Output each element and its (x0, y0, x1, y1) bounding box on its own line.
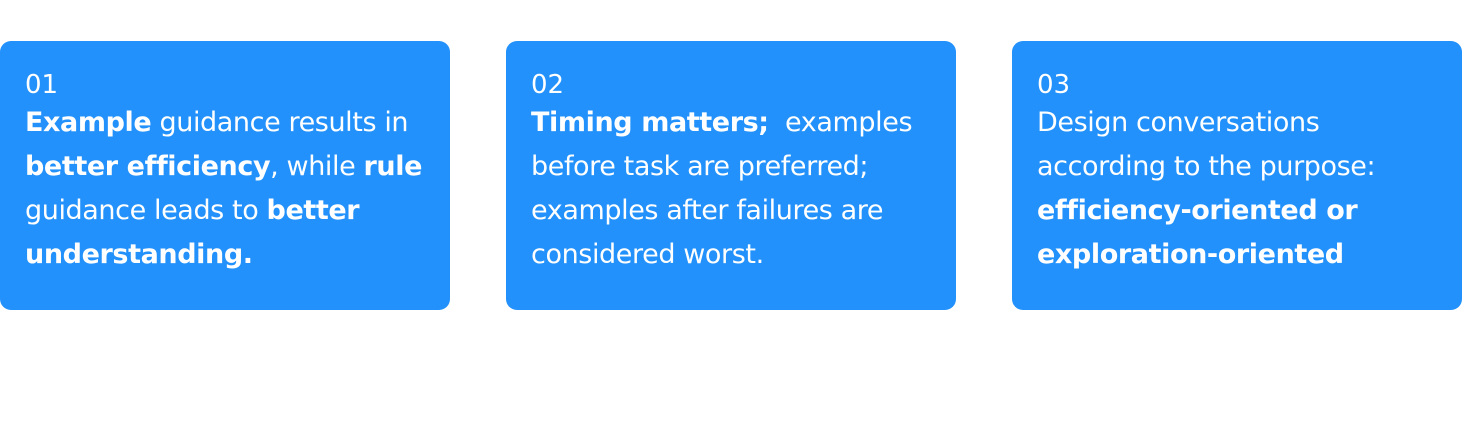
card-text: Example guidance results in better effic… (25, 101, 430, 277)
text-segment: better efficiency (25, 151, 271, 182)
text-segment: , while (270, 151, 364, 182)
finding-card-1: 01 Example guidance results in better ef… (0, 41, 450, 310)
finding-card-3: 03 Design conversations according to the… (1012, 41, 1462, 310)
text-segment: rule (363, 151, 423, 182)
card-number: 01 (25, 70, 59, 100)
card-text: Design conversations according to the pu… (1037, 101, 1442, 277)
text-segment: efficiency-oriented or exploration-orien… (1037, 195, 1358, 270)
card-number: 02 (531, 70, 565, 100)
text-segment: guidance leads to (25, 195, 267, 226)
text-segment: Design conversations according to the pu… (1037, 107, 1376, 182)
finding-card-2: 02 Timing matters; examples before task … (506, 41, 956, 310)
text-segment: guidance results in (151, 107, 409, 138)
card-text: Timing matters; examples before task are… (531, 101, 936, 277)
card-number: 03 (1037, 70, 1071, 100)
text-segment: Example (25, 107, 152, 138)
text-segment: Timing matters; (531, 107, 769, 138)
